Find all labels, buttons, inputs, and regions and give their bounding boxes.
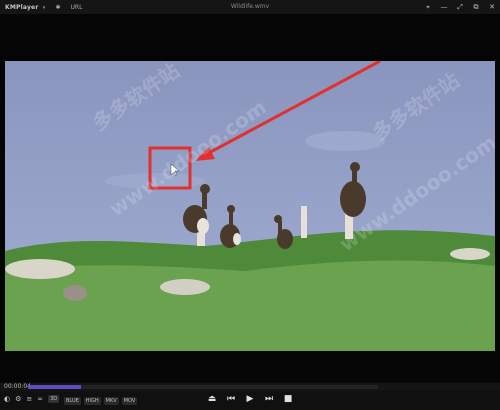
eject-button[interactable]: ⏏ bbox=[207, 394, 217, 404]
previous-button[interactable]: ⏮ bbox=[226, 394, 236, 404]
settings-icon[interactable]: ⚙ bbox=[15, 395, 21, 403]
title-bar: KMPlayer ▾ ✱ URL Wildlife.wmv ⌖ — ⤢ ⧉ ✕ bbox=[0, 0, 500, 14]
app-logo: KMPlayer bbox=[5, 3, 39, 11]
label-chip[interactable]: MKV bbox=[103, 397, 119, 405]
next-button[interactable]: ⏭ bbox=[264, 394, 274, 404]
chevron-down-icon: ▾ bbox=[42, 4, 46, 11]
app-menu[interactable]: KMPlayer ▾ bbox=[5, 4, 46, 11]
seek-bar[interactable]: 00:00:04 bbox=[0, 383, 500, 391]
video-frame[interactable]: www.ddooo.com www.ddooo.com 多多软件站 多多软件站 bbox=[5, 61, 495, 351]
window-controls: ⌖ — ⤢ ⧉ ✕ bbox=[424, 0, 496, 14]
label-chip[interactable]: MOV bbox=[121, 397, 138, 405]
screen-mode-icon[interactable]: ◐ bbox=[4, 395, 10, 403]
video-area[interactable]: www.ddooo.com www.ddooo.com 多多软件站 多多软件站 bbox=[0, 14, 500, 382]
settings-icon[interactable]: ✱ bbox=[56, 4, 61, 11]
control-bar: ◐ ⚙ ≡ ∞ 3D BLUE HIGH MKV MOV ⏏ ⏮ ▶ ⏭ ■ bbox=[0, 391, 500, 410]
pin-icon[interactable]: ⌖ bbox=[424, 3, 432, 12]
playlist-icon[interactable]: ≡ bbox=[26, 395, 32, 403]
label-chip[interactable]: BLUE bbox=[64, 397, 81, 405]
maximize-button[interactable]: ⤢ bbox=[456, 3, 464, 12]
vr-icon[interactable]: ∞ bbox=[37, 395, 43, 403]
label-chip[interactable]: HIGH bbox=[83, 397, 101, 405]
url-button[interactable]: URL bbox=[71, 4, 83, 11]
close-button[interactable]: ✕ bbox=[488, 3, 496, 11]
seek-progress bbox=[28, 385, 81, 389]
seek-track[interactable] bbox=[28, 385, 378, 389]
stop-button[interactable]: ■ bbox=[283, 394, 293, 404]
time-display: 00:00:04 bbox=[4, 383, 31, 390]
play-button[interactable]: ▶ bbox=[245, 394, 255, 404]
minimize-button[interactable]: — bbox=[440, 3, 448, 11]
fullscreen-button[interactable]: ⧉ bbox=[472, 3, 480, 12]
3d-badge[interactable]: 3D bbox=[48, 395, 60, 403]
